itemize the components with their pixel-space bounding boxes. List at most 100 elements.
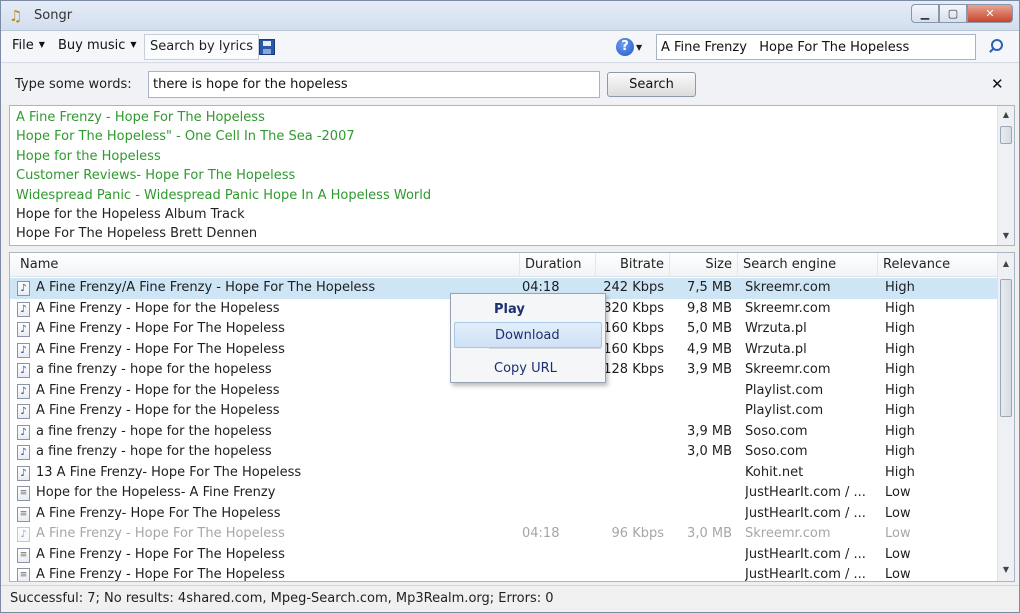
cell-name: A Fine Frenzy - Hope For The Hopeless: [36, 321, 285, 336]
audio-file-icon: ♪: [17, 342, 30, 358]
cell-name: a fine frenzy - hope for the hopeless: [36, 423, 272, 439]
cell-name: A Fine Frenzy - Hope for the Hopeless: [36, 403, 280, 418]
chevron-down-icon[interactable]: ▼: [636, 43, 642, 52]
cell-bitrate: 160 Kbps: [603, 341, 664, 357]
lyrics-results-list: A Fine Frenzy - Hope For The Hopeless Hop…: [16, 108, 431, 244]
close-button[interactable]: ✕: [967, 4, 1013, 23]
cell-search-engine: Skreemr.com: [745, 280, 831, 295]
column-header-search-engine[interactable]: Search engine: [738, 253, 878, 277]
toolbar: File ▼ Buy music ▼ Search by lyrics ? ▼: [1, 31, 1019, 63]
table-row[interactable]: ♪ a fine frenzy - hope for the hopeless 3,…: [10, 422, 998, 443]
cell-bitrate: 160 Kbps: [603, 321, 664, 336]
audio-file-icon: ♪: [17, 383, 30, 399]
cell-name: A Fine Frenzy - Hope for the Hopeless: [36, 382, 280, 398]
cell-relevance: High: [885, 341, 915, 357]
audio-file-icon: ♪: [17, 424, 30, 440]
lyrics-result-item[interactable]: Widespread Panic - Widespread Panic Hope…: [16, 186, 431, 205]
table-row[interactable]: ≡ A Fine Frenzy - Hope For The Hopeless Ju…: [10, 565, 998, 582]
search-by-lyrics-button[interactable]: Search by lyrics: [144, 34, 260, 60]
cell-name: Hope for the Hopeless- A Fine Frenzy: [36, 485, 276, 500]
cell-duration: [522, 565, 582, 581]
cell-name: A Fine Frenzy- Hope For The Hopeless: [36, 505, 281, 521]
song-search-input[interactable]: [656, 34, 976, 60]
cell-bitrate: 128 Kbps: [603, 362, 664, 377]
minimize-button[interactable]: ▁: [911, 4, 939, 23]
audio-file-icon: ♪: [17, 322, 30, 337]
cell-bitrate: [596, 442, 664, 463]
table-row[interactable]: ≡ A Fine Frenzy - Hope For The Hopeless Ju…: [10, 545, 998, 566]
app-window: ♫ Songr ▁ ▢ ✕ File ▼ Buy music ▼ Search by…: [0, 0, 1020, 613]
search-button[interactable]: Search: [607, 72, 696, 97]
lyrics-input[interactable]: [148, 71, 600, 98]
cell-search-engine: Soso.com: [745, 423, 808, 439]
scroll-down-icon[interactable]: ▼: [1001, 565, 1011, 575]
lyrics-result-item[interactable]: Hope for the Hopeless Album Track: [16, 205, 431, 224]
maximize-button[interactable]: ▢: [939, 4, 967, 23]
table-row[interactable]: ♪ A Fine Frenzy - Hope For The Hopeless 04…: [10, 524, 998, 545]
table-row[interactable]: ♪ a fine frenzy - hope for the hopeless 3,…: [10, 442, 998, 463]
table-row[interactable]: ≡ Hope for the Hopeless- A Fine Frenzy Jus…: [10, 483, 998, 504]
table-row[interactable]: ♪ A Fine Frenzy - Hope for the Hopeless Pl…: [10, 381, 998, 402]
status-bar: Successful: 7; No results: 4shared.com, …: [1, 585, 1019, 612]
column-header-duration[interactable]: Duration: [520, 253, 596, 277]
lyrics-result-item[interactable]: Customer Reviews- Hope For The Hopeless: [16, 166, 431, 185]
scroll-thumb[interactable]: [1000, 126, 1012, 144]
cell-relevance: High: [885, 362, 915, 377]
cell-relevance: High: [885, 300, 915, 316]
audio-file-icon: ♪: [17, 465, 30, 481]
window-controls: ▁ ▢ ✕: [911, 4, 1013, 24]
search-icon[interactable]: [989, 39, 1003, 53]
file-menu[interactable]: File ▼: [12, 38, 45, 53]
scroll-thumb[interactable]: [1000, 279, 1012, 417]
close-icon[interactable]: ✕: [991, 75, 1004, 93]
lyrics-result-item[interactable]: Hope For The Hopeless" - One Cell In The…: [16, 127, 431, 146]
column-header-name[interactable]: Name: [10, 253, 520, 277]
results-scrollbar[interactable]: ▲ ▼: [997, 253, 1014, 581]
cell-name: A Fine Frenzy - Hope For The Hopeless: [36, 546, 285, 562]
cell-bitrate: [596, 565, 664, 581]
cell-relevance: Low: [885, 567, 911, 582]
cell-relevance: Low: [885, 505, 911, 521]
title-bar[interactable]: ♫ Songr ▁ ▢ ✕: [1, 1, 1019, 31]
audio-file-icon: ♪: [17, 363, 30, 378]
audio-file-icon: ♪: [17, 527, 30, 542]
cell-search-engine: JustHearIt.com / ...: [745, 485, 866, 500]
context-menu-download[interactable]: Download: [454, 322, 602, 348]
cell-name: A Fine Frenzy - Hope For The Hopeless: [36, 341, 285, 357]
column-header-relevance[interactable]: Relevance: [878, 253, 974, 277]
cell-size: 3,0 MB: [687, 526, 732, 541]
cell-bitrate: [596, 504, 664, 525]
table-row[interactable]: ≡ A Fine Frenzy- Hope For The Hopeless Jus…: [10, 504, 998, 525]
lyrics-result-item[interactable]: Hope For The Hopeless Brett Dennen: [16, 224, 431, 243]
scroll-up-icon[interactable]: ▲: [1001, 110, 1011, 120]
scroll-down-icon[interactable]: ▼: [1001, 231, 1011, 241]
cell-duration: [522, 422, 582, 443]
cell-duration: [522, 401, 582, 422]
table-row[interactable]: ♪ 13 A Fine Frenzy- Hope For The Hopeless…: [10, 463, 998, 484]
table-header: Name Duration Bitrate Size Search engine…: [10, 253, 998, 277]
lyrics-scrollbar[interactable]: ▲ ▼: [997, 106, 1014, 245]
help-icon[interactable]: ?: [616, 38, 634, 56]
status-text: Successful: 7; No results: 4shared.com, …: [10, 591, 554, 606]
cell-bitrate: 242 Kbps: [603, 280, 664, 295]
cell-search-engine: Playlist.com: [745, 382, 824, 398]
context-menu-play[interactable]: Play: [454, 297, 602, 323]
lyrics-result-item[interactable]: A Fine Frenzy - Hope For The Hopeless: [16, 108, 431, 127]
buy-music-menu[interactable]: Buy music ▼: [58, 38, 137, 53]
cell-size: 3,9 MB: [687, 362, 732, 377]
context-menu-copy-url[interactable]: Copy URL: [454, 356, 602, 382]
cell-size: 5,0 MB: [687, 321, 732, 336]
column-header-size[interactable]: Size: [670, 253, 738, 277]
save-icon[interactable]: [259, 39, 275, 55]
audio-file-icon: ♪: [17, 301, 30, 317]
scroll-up-icon[interactable]: ▲: [1001, 259, 1011, 269]
cell-name: a fine frenzy - hope for the hopeless: [36, 362, 272, 377]
lyrics-result-item[interactable]: Hope for the Hopeless: [16, 147, 431, 166]
cell-duration: [522, 483, 582, 504]
audio-file-icon: ♪: [17, 404, 30, 419]
cell-name: a fine frenzy - hope for the hopeless: [36, 444, 272, 459]
lyrics-input-label: Type some words:: [15, 77, 132, 92]
table-row[interactable]: ♪ A Fine Frenzy - Hope for the Hopeless Pl…: [10, 401, 998, 422]
column-header-bitrate[interactable]: Bitrate: [596, 253, 670, 277]
cell-bitrate: [596, 381, 664, 402]
